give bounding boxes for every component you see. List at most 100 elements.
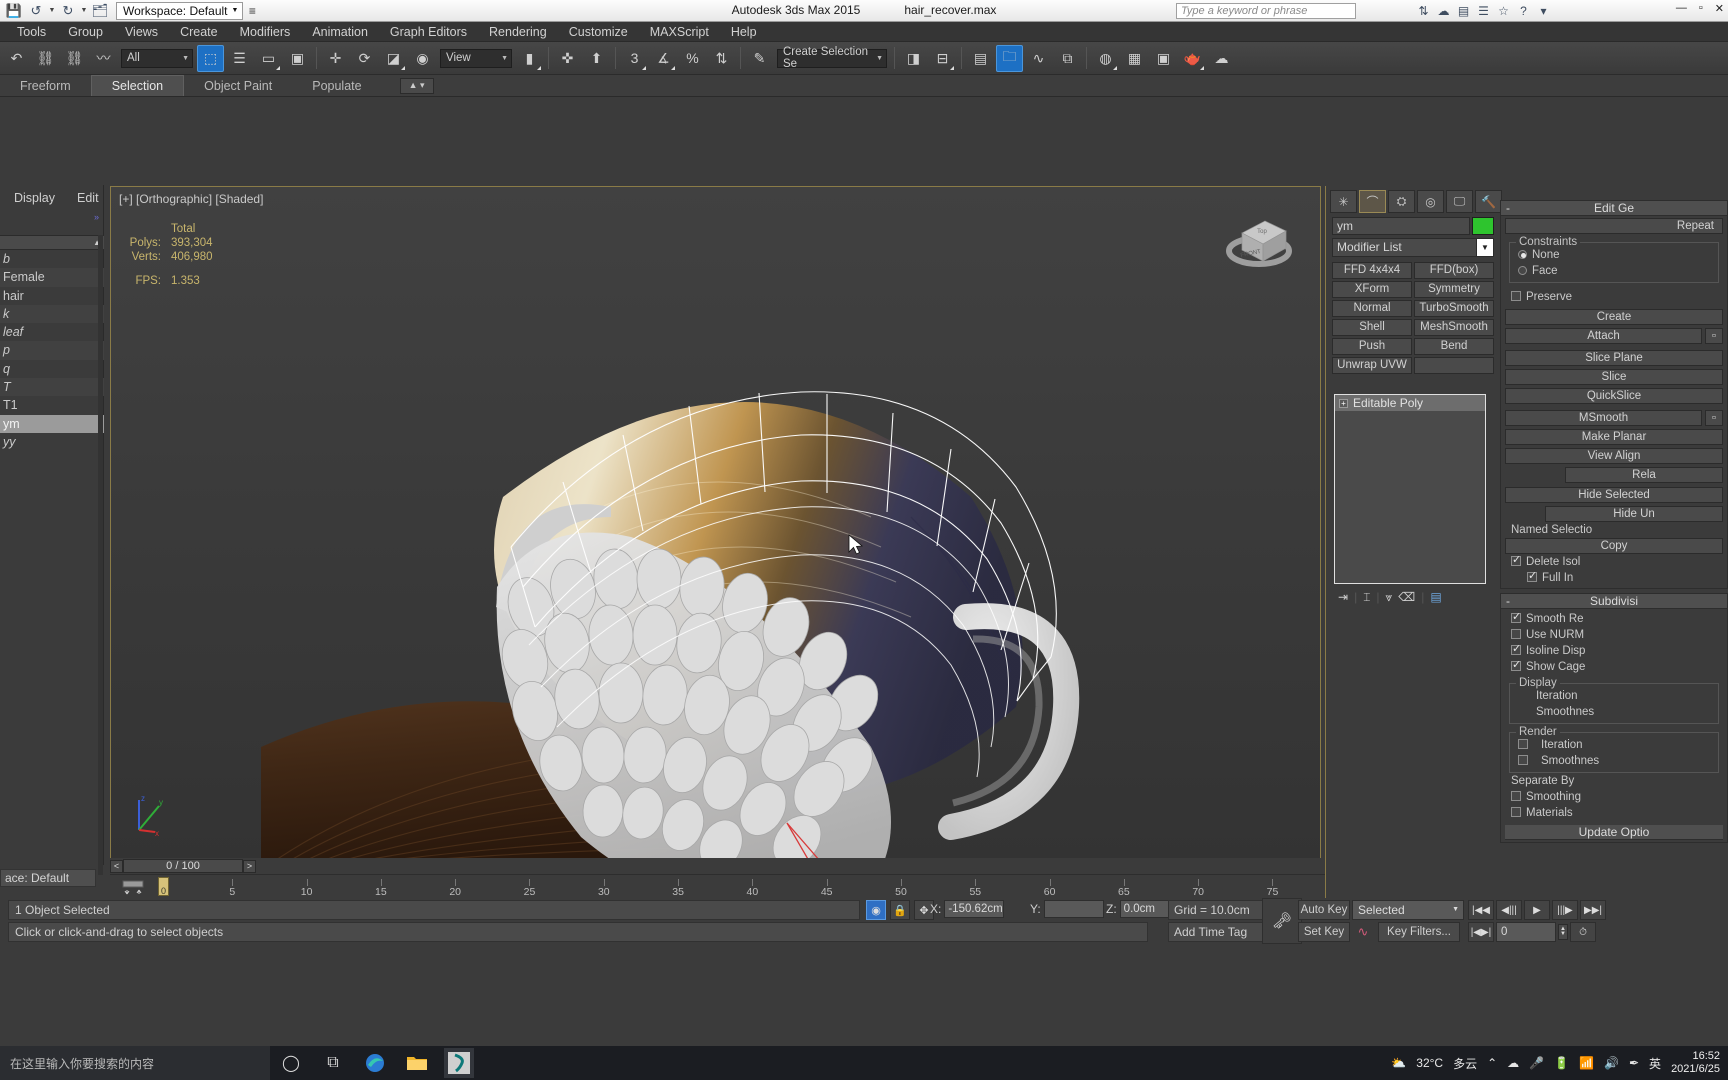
onedrive-icon[interactable]: ☁ bbox=[1507, 1056, 1519, 1070]
configure-modifier-sets-icon[interactable]: ▤ bbox=[1430, 590, 1441, 604]
menu-item-rendering[interactable]: Rendering bbox=[478, 22, 558, 42]
ime-indicator[interactable]: 英 bbox=[1649, 1055, 1661, 1072]
copy-button[interactable]: Copy bbox=[1505, 538, 1723, 554]
scene-explorer-item-b[interactable]: b bbox=[0, 250, 104, 268]
menu-item-group[interactable]: Group bbox=[57, 22, 114, 42]
modifier-button-ffd-4x4x4[interactable]: FFD 4x4x4 bbox=[1332, 262, 1412, 279]
edge-browser-icon[interactable] bbox=[360, 1048, 390, 1078]
maximize-button[interactable]: ▫ bbox=[1699, 2, 1703, 15]
next-frame-button[interactable]: > bbox=[243, 859, 256, 873]
gallery-icon[interactable]: ▤ bbox=[1455, 2, 1472, 20]
object-color-swatch[interactable] bbox=[1472, 217, 1494, 235]
redo-icon[interactable]: ↻ bbox=[58, 2, 78, 20]
select-and-scale-icon[interactable]: ◪ bbox=[380, 45, 407, 72]
modifier-button-turbosmooth[interactable]: TurboSmooth bbox=[1414, 300, 1494, 317]
make-planar-button[interactable]: Make Planar bbox=[1505, 429, 1723, 445]
pen-icon[interactable]: ✒ bbox=[1629, 1056, 1639, 1070]
current-frame-display[interactable]: 0 / 100 bbox=[123, 859, 243, 873]
command-panel-tab-create[interactable]: ✳ bbox=[1330, 190, 1357, 213]
undo-icon[interactable]: ↺ bbox=[26, 2, 46, 20]
select-object-icon[interactable]: ⬚ bbox=[197, 44, 224, 72]
command-panel-tab-utilities[interactable]: 🔨 bbox=[1475, 190, 1502, 213]
time-slider[interactable]: < 0 / 100 > bbox=[110, 858, 1321, 874]
modifier-button-xform[interactable]: XForm bbox=[1332, 281, 1412, 298]
qat-customize-icon[interactable]: ≡ bbox=[243, 4, 261, 18]
unlink-icon[interactable]: ⛓ bbox=[61, 45, 88, 72]
select-by-name-icon[interactable]: ☰ bbox=[226, 45, 253, 72]
preserve-uvs-row[interactable]: Preserve bbox=[1505, 289, 1723, 305]
curve-editor-icon[interactable]: ∿ bbox=[1025, 45, 1052, 72]
ribbon-tab-selection[interactable]: Selection bbox=[90, 75, 185, 96]
attach-button[interactable]: Attach bbox=[1505, 328, 1702, 344]
scene-explorer-scrollbar[interactable] bbox=[98, 235, 103, 875]
cortana-icon[interactable]: ◯ bbox=[276, 1048, 306, 1078]
menu-item-customize[interactable]: Customize bbox=[558, 22, 639, 42]
command-panel-tab-modify[interactable]: ⌒ bbox=[1359, 190, 1386, 213]
view-align-button[interactable]: View Align bbox=[1505, 448, 1723, 464]
cloud-icon[interactable]: ☁ bbox=[1435, 2, 1452, 20]
delete-isolated-row[interactable]: Delete Isol bbox=[1505, 553, 1723, 570]
selection-filter-combo[interactable]: All ▼ bbox=[121, 48, 193, 68]
msmooth-settings-icon[interactable]: ▫ bbox=[1705, 410, 1723, 426]
scene-explorer-display-menu[interactable]: Display bbox=[14, 191, 55, 205]
menu-item-tools[interactable]: Tools bbox=[6, 22, 57, 42]
set-key-button[interactable]: Set Key bbox=[1298, 922, 1350, 942]
absolute-relative-mode-icon[interactable]: ◉ bbox=[866, 900, 886, 920]
quickslice-button[interactable]: QuickSlice bbox=[1505, 388, 1723, 404]
ribbon-flyout-icon[interactable]: ▲ ▾ bbox=[399, 77, 434, 94]
scene-explorer-edit-menu[interactable]: Edit bbox=[77, 191, 99, 205]
mirror-icon[interactable]: ◨ bbox=[900, 45, 927, 72]
modifier-button-unwrap-uvw[interactable]: Unwrap UVW bbox=[1332, 357, 1412, 374]
msmooth-button[interactable]: MSmooth bbox=[1505, 410, 1702, 426]
weather-icon[interactable]: ⛅ bbox=[1391, 1056, 1406, 1070]
tray-expand-icon[interactable]: ⌃ bbox=[1487, 1056, 1497, 1070]
scene-explorer-expand-icon[interactable]: » bbox=[94, 212, 99, 222]
key-filters-button[interactable]: Key Filters... bbox=[1378, 922, 1460, 942]
ribbon-tab-freeform[interactable]: Freeform bbox=[0, 76, 91, 96]
slice-button[interactable]: Slice bbox=[1505, 369, 1723, 385]
scene-explorer-item-p[interactable]: p bbox=[0, 341, 104, 360]
render-setup-icon[interactable]: ▦ bbox=[1121, 45, 1148, 72]
scene-explorer-item-t[interactable]: T bbox=[0, 378, 104, 397]
repeat-last-button[interactable]: Repeat bbox=[1505, 218, 1723, 234]
modifier-button-push[interactable]: Push bbox=[1332, 338, 1412, 355]
render-iterations-row[interactable]: Iteration bbox=[1512, 737, 1716, 753]
close-button[interactable]: ✕ bbox=[1715, 2, 1724, 15]
keyboard-shortcut-override-icon[interactable]: ⬆ bbox=[583, 45, 610, 72]
signin-icon[interactable]: ▾ bbox=[1535, 2, 1552, 20]
hide-selected-button[interactable]: Hide Selected bbox=[1505, 487, 1723, 503]
microphone-icon[interactable]: 🎤 bbox=[1529, 1056, 1544, 1070]
select-and-place-icon[interactable]: ◉ bbox=[409, 45, 436, 72]
viewport[interactable]: x [+] [Orthographic] [Shaded] Total Poly… bbox=[110, 186, 1321, 859]
constraint-none-radio[interactable]: None bbox=[1512, 247, 1716, 263]
frame-spinner[interactable]: ▲ ▼ bbox=[1558, 924, 1568, 940]
smoothing-row[interactable]: Smoothing bbox=[1505, 789, 1723, 805]
named-selection-set-combo[interactable]: Create Selection Se ▼ bbox=[777, 46, 887, 70]
expand-icon[interactable]: + bbox=[1339, 398, 1348, 408]
scene-explorer-item-hair[interactable]: hair bbox=[0, 287, 104, 305]
command-panel-tab-hierarchy[interactable]: ⛭ bbox=[1388, 190, 1415, 213]
project-folder-icon[interactable]: 🗂 bbox=[90, 2, 110, 20]
materials-row[interactable]: Materials bbox=[1505, 805, 1723, 821]
menu-item-modifiers[interactable]: Modifiers bbox=[229, 22, 302, 42]
rendered-frame-window-icon[interactable]: ▣ bbox=[1150, 45, 1177, 72]
exchange-icon[interactable]: ⇅ bbox=[1415, 2, 1432, 20]
spinner-snap-icon[interactable]: ⇅ bbox=[708, 45, 735, 72]
3dsmax-taskbar-icon[interactable] bbox=[444, 1048, 474, 1078]
modifier-button-meshsmooth[interactable]: MeshSmooth bbox=[1414, 319, 1494, 336]
scene-explorer-item-leaf[interactable]: leaf bbox=[0, 323, 104, 341]
menu-item-create[interactable]: Create bbox=[169, 22, 229, 42]
select-link-icon[interactable]: ⛓ bbox=[32, 45, 59, 72]
undo-scene-icon[interactable]: ↶ bbox=[3, 45, 30, 72]
prev-frame-button[interactable]: < bbox=[110, 859, 123, 873]
slice-plane-button[interactable]: Slice Plane bbox=[1505, 350, 1723, 366]
select-and-move-icon[interactable]: ✛ bbox=[322, 45, 349, 72]
snaps-toggle-icon[interactable]: 3 bbox=[621, 45, 648, 72]
remove-modifier-icon[interactable]: ⌫ bbox=[1398, 590, 1415, 604]
use-pivot-center-icon[interactable]: ▮ bbox=[516, 45, 543, 72]
ribbon-tab-populate[interactable]: Populate bbox=[292, 76, 381, 96]
render-smoothness-row[interactable]: Smoothnes bbox=[1512, 753, 1716, 769]
command-panel-tab-motion[interactable]: ◎ bbox=[1417, 190, 1444, 213]
attach-settings-icon[interactable]: ▫ bbox=[1705, 328, 1723, 344]
smooth-result-row[interactable]: Smooth Re bbox=[1505, 610, 1723, 627]
